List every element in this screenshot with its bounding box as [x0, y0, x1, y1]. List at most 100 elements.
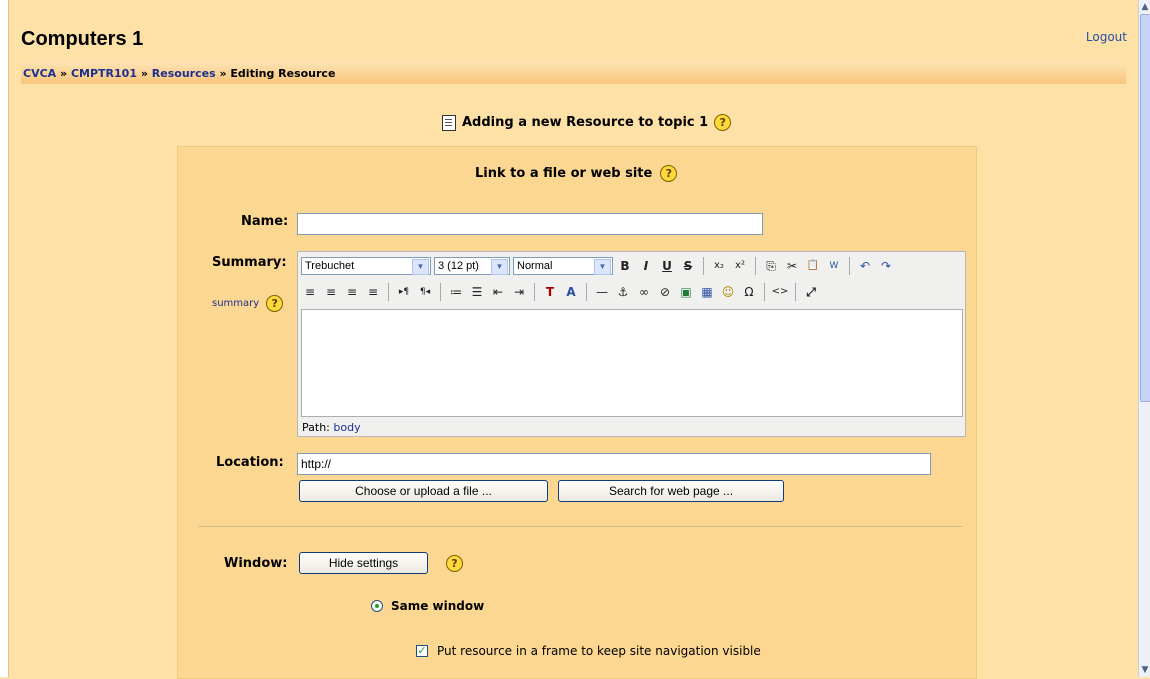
smiley-icon[interactable]: ☺: [719, 283, 737, 301]
name-input[interactable]: [297, 213, 763, 235]
text-color-icon[interactable]: T: [541, 283, 559, 301]
name-label: Name:: [241, 214, 289, 229]
breadcrumb-separator: »: [219, 67, 227, 80]
breadcrumb-current: Editing Resource: [230, 67, 336, 80]
background-color-icon[interactable]: A: [562, 283, 580, 301]
horizontal-rule-icon[interactable]: —: [593, 283, 611, 301]
superscript-icon[interactable]: x²: [731, 257, 749, 275]
window-label: Window:: [224, 556, 288, 571]
search-web-page-button[interactable]: Search for web page ...: [558, 480, 784, 502]
toolbar-separator: [755, 257, 756, 275]
toolbar-separator: [586, 283, 587, 301]
font-size-value: 3 (12 pt): [438, 260, 479, 272]
paragraph-style-select[interactable]: Normal ▼: [513, 257, 613, 275]
paste-word-icon[interactable]: W: [825, 257, 843, 275]
table-icon[interactable]: ▦: [698, 283, 716, 301]
page-title: Computers 1: [21, 28, 144, 50]
page: Computers 1 Logout CVCA » CMPTR101 » Res…: [9, 0, 1138, 679]
ordered-list-icon[interactable]: ≔: [447, 283, 465, 301]
strikethrough-icon[interactable]: S: [679, 257, 697, 275]
help-icon[interactable]: ?: [714, 114, 732, 131]
path-label: Path:: [302, 421, 330, 434]
location-input[interactable]: [297, 453, 931, 475]
align-right-icon[interactable]: ≡: [343, 283, 361, 301]
location-label: Location:: [216, 455, 284, 470]
breadcrumb-separator: »: [140, 67, 148, 80]
bold-icon[interactable]: B: [616, 257, 634, 275]
toolbar-separator: [388, 283, 389, 301]
paragraph-style-value: Normal: [517, 260, 553, 272]
scroll-down-icon[interactable]: ▼: [1140, 664, 1150, 676]
font-family-value: Trebuchet: [305, 260, 355, 272]
help-icon[interactable]: ?: [660, 165, 678, 182]
summary-help-link[interactable]: summary: [212, 298, 259, 309]
indent-icon[interactable]: ⇥: [510, 283, 528, 301]
html-source-icon[interactable]: <>: [771, 283, 789, 301]
resource-document-icon: [442, 114, 456, 131]
align-center-icon[interactable]: ≡: [322, 283, 340, 301]
align-left-icon[interactable]: ≡: [301, 283, 319, 301]
fullscreen-icon[interactable]: ⤢: [802, 283, 820, 301]
copy-icon[interactable]: ⎘: [762, 257, 780, 275]
summary-label: Summary:: [212, 255, 287, 270]
frame-checkbox-label: Put resource in a frame to keep site nav…: [437, 644, 761, 658]
toolbar-separator: [849, 257, 850, 275]
left-frame-edge: [0, 0, 9, 677]
form-section-title: Link to a file or web site ?: [475, 165, 678, 182]
font-size-select[interactable]: 3 (12 pt) ▼: [434, 257, 510, 275]
vertical-scrollbar[interactable]: ▲ ▼: [1138, 0, 1150, 677]
redo-icon[interactable]: ↷: [877, 257, 895, 275]
frame-checkbox[interactable]: ✓: [416, 645, 428, 657]
rich-text-editor: Trebuchet ▼ 3 (12 pt) ▼ Normal ▼ B I U S…: [297, 251, 966, 437]
same-window-radio[interactable]: [371, 600, 383, 612]
link-icon[interactable]: ∞: [635, 283, 653, 301]
path-body-link[interactable]: body: [333, 421, 360, 434]
anchor-icon[interactable]: ⚓: [614, 283, 632, 301]
ltr-icon[interactable]: ▸¶: [395, 283, 413, 301]
toolbar-separator: [440, 283, 441, 301]
chevron-down-icon: ▼: [491, 259, 508, 275]
special-char-icon[interactable]: Ω: [740, 283, 758, 301]
outdent-icon[interactable]: ⇤: [489, 283, 507, 301]
same-window-label: Same window: [391, 599, 485, 613]
choose-upload-file-button[interactable]: Choose or upload a file ...: [299, 480, 548, 502]
help-icon[interactable]: ?: [266, 295, 284, 312]
toolbar-separator: [795, 283, 796, 301]
chevron-down-icon: ▼: [594, 259, 611, 275]
breadcrumb-separator: »: [60, 67, 68, 80]
image-icon[interactable]: ▣: [677, 283, 695, 301]
rtl-icon[interactable]: ¶◂: [416, 283, 434, 301]
breadcrumb-cvca[interactable]: CVCA: [23, 67, 56, 80]
paste-icon[interactable]: 📋: [804, 257, 822, 275]
resource-form: Link to a file or web site ? Name: Summa…: [177, 146, 977, 679]
scrollbar-thumb[interactable]: [1140, 14, 1150, 402]
toolbar-separator: [764, 283, 765, 301]
summary-help: summary ?: [212, 295, 284, 312]
justify-icon[interactable]: ≡: [364, 283, 382, 301]
toolbar-separator: [703, 257, 704, 275]
help-icon[interactable]: ?: [446, 555, 463, 572]
section-divider: [198, 526, 963, 527]
breadcrumb-cmptr101[interactable]: CMPTR101: [71, 67, 137, 80]
subscript-icon[interactable]: x₂: [710, 257, 728, 275]
font-family-select[interactable]: Trebuchet ▼: [301, 257, 431, 275]
underline-icon[interactable]: U: [658, 257, 676, 275]
form-heading: Adding a new Resource to topic 1 ?: [442, 114, 732, 131]
form-section-title-text: Link to a file or web site: [475, 166, 653, 181]
summary-edit-area[interactable]: [301, 309, 963, 417]
scroll-up-icon[interactable]: ▲: [1140, 1, 1150, 13]
unlink-icon[interactable]: ⊘: [656, 283, 674, 301]
logout-link[interactable]: Logout: [1086, 30, 1127, 44]
cut-icon[interactable]: ✂: [783, 257, 801, 275]
undo-icon[interactable]: ↶: [856, 257, 874, 275]
unordered-list-icon[interactable]: ☰: [468, 283, 486, 301]
editor-toolbar-row-1: Trebuchet ▼ 3 (12 pt) ▼ Normal ▼ B I U S…: [301, 255, 895, 277]
breadcrumb-resources[interactable]: Resources: [152, 67, 216, 80]
toolbar-separator: [534, 283, 535, 301]
editor-path-bar: Path: body: [302, 421, 361, 434]
italic-icon[interactable]: I: [637, 257, 655, 275]
hide-settings-button[interactable]: Hide settings: [299, 552, 428, 574]
editor-toolbar-row-2: ≡ ≡ ≡ ≡ ▸¶ ¶◂ ≔ ☰ ⇤ ⇥ T A — ⚓ ∞ ⊘ ▣ ▦ ☺ …: [301, 281, 820, 303]
form-heading-text: Adding a new Resource to topic 1: [462, 115, 709, 130]
chevron-down-icon: ▼: [412, 259, 429, 275]
